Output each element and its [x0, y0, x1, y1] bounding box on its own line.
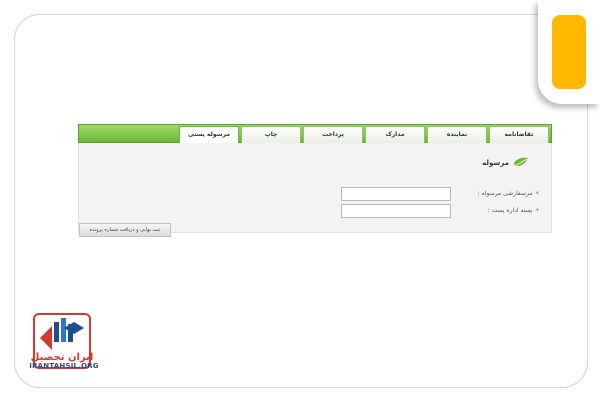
- tab-application[interactable]: تقاضانامه: [489, 126, 549, 143]
- post-office-input[interactable]: [340, 203, 451, 218]
- corner-accent: [552, 15, 586, 89]
- tab-documents[interactable]: مدارک: [365, 126, 425, 143]
- tab-postal-parcel[interactable]: مرسوله پستی: [179, 126, 239, 144]
- required-mark: *: [535, 206, 540, 215]
- field-label-post-office: بسته اداره پست :: [487, 207, 533, 214]
- tab-bar: تقاضانامه نماینده مدارک پرداخت چاپ مرسول…: [78, 124, 552, 144]
- tracking-number-input[interactable]: [340, 186, 451, 201]
- logo-url-text: IRANTAHSIL.ORG: [29, 362, 99, 370]
- tab-representative[interactable]: نماینده: [427, 126, 487, 143]
- corner-card: [538, 0, 600, 104]
- section-title: مرسوله: [482, 159, 509, 167]
- field-row-tracking: * مرسفارشی مرسوله :: [327, 186, 539, 201]
- field-label-tracking: مرسفارشی مرسوله :: [477, 190, 533, 197]
- tab-print[interactable]: چاپ: [241, 126, 301, 143]
- leaf-icon: [514, 157, 528, 167]
- tab-payment[interactable]: پرداخت: [303, 126, 363, 143]
- required-mark: *: [535, 189, 540, 198]
- field-row-post-office: * بسته اداره پست :: [327, 203, 539, 218]
- final-submit-button[interactable]: ثبت نهایی و دریافت شماره پرونده: [79, 223, 171, 237]
- section-header: مرسوله: [482, 157, 529, 169]
- application-screenshot: تقاضانامه نماینده مدارک پرداخت چاپ مرسول…: [78, 124, 552, 244]
- form-panel: مرسوله * مرسفارشی مرسوله : * بسته اداره …: [78, 143, 552, 237]
